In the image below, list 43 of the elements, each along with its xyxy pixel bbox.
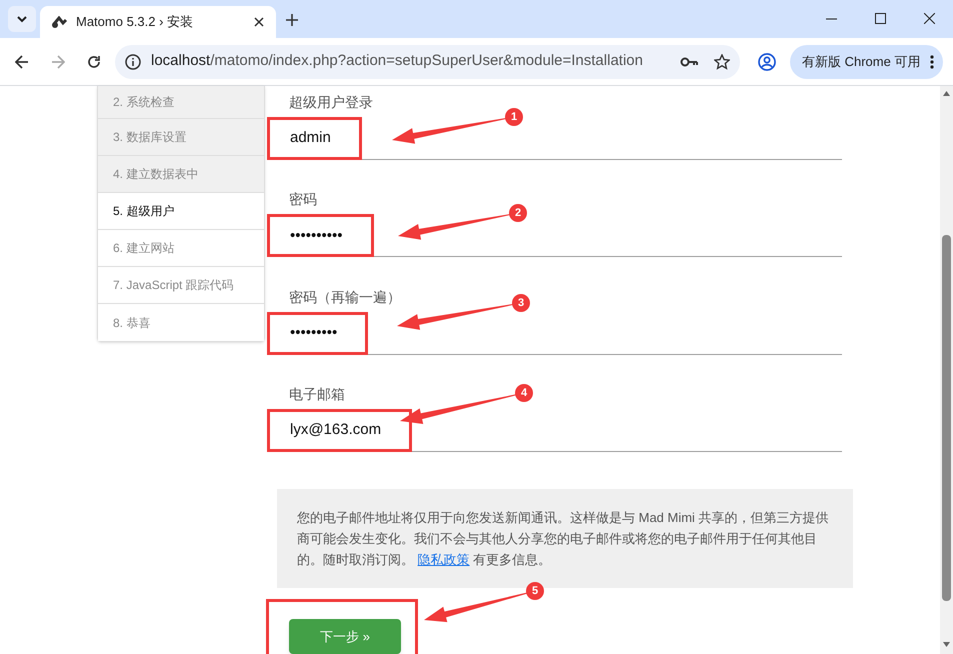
number-badge: 4 [515, 384, 533, 402]
scroll-thumb[interactable] [942, 235, 951, 601]
privacy-notice: 您的电子邮件地址将仅用于向您发送新闻通讯。这样做是与 Mad Mimi 共享的，但第三方提供商可能会发生变化。我们不会与其他人分享您的电子邮件或将您的电子邮件用于任何其他目的。随时取消订阅。 隐私政策 有更多信息。 [297, 509, 830, 569]
minimize-icon[interactable] [826, 18, 837, 20]
maximize-icon[interactable] [875, 13, 886, 24]
input-field[interactable]: lyx@163.com [267, 408, 412, 452]
browser-tab[interactable]: Matomo 5.3.2 › 安装 [40, 6, 276, 38]
number-badge: 1 [505, 108, 523, 126]
url-text: localhost/matomo/index.php?action=setupSuperUser&module=Installation [151, 51, 644, 72]
close-icon[interactable] [254, 17, 264, 27]
update-button[interactable]: 有新版 Chrome 可用 [790, 44, 943, 78]
number-badge: 3 [512, 294, 530, 312]
field-label: 超级用户登录 [289, 93, 373, 112]
step-item[interactable]: 8. 恭喜 [98, 304, 264, 341]
scrollbar[interactable] [940, 86, 953, 654]
tab-title: Matomo 5.3.2 › 安装 [76, 13, 194, 32]
new-tab-icon[interactable] [286, 14, 298, 26]
back-icon[interactable] [15, 54, 29, 68]
profile-icon[interactable] [758, 52, 776, 70]
info-icon[interactable] [125, 54, 141, 70]
input-field[interactable]: admin [267, 117, 362, 160]
close-icon[interactable] [924, 13, 935, 24]
step-item[interactable]: 7. JavaScript 跟踪代码 [98, 267, 264, 304]
input-field[interactable]: ••••••••• [267, 312, 368, 354]
reload-icon[interactable] [87, 54, 101, 68]
number-badge: 5 [526, 582, 544, 600]
step-item[interactable]: 5. 超级用户 [98, 193, 264, 230]
address-bar[interactable]: localhost/matomo/index.php?action=setupSuperUser&module=Installation [115, 44, 740, 78]
field-label: 密码（再输一遍） [289, 288, 401, 306]
scroll-down-icon[interactable] [943, 642, 950, 647]
key-icon[interactable] [680, 56, 698, 66]
field-label: 电子邮箱 [289, 384, 345, 404]
scroll-up-icon[interactable] [943, 91, 950, 96]
tab-list-button[interactable] [8, 6, 36, 32]
input-field[interactable]: •••••••••• [267, 214, 374, 258]
privacy-link[interactable]: 隐私政策 [418, 552, 470, 567]
field-label: 密码 [289, 190, 317, 210]
number-badge: 2 [509, 204, 527, 222]
step-item[interactable]: 6. 建立网站 [98, 230, 264, 267]
logo-icon [52, 16, 68, 28]
chevron-down-icon [17, 16, 27, 22]
star-icon[interactable] [714, 54, 730, 70]
more-icon[interactable] [930, 54, 934, 68]
